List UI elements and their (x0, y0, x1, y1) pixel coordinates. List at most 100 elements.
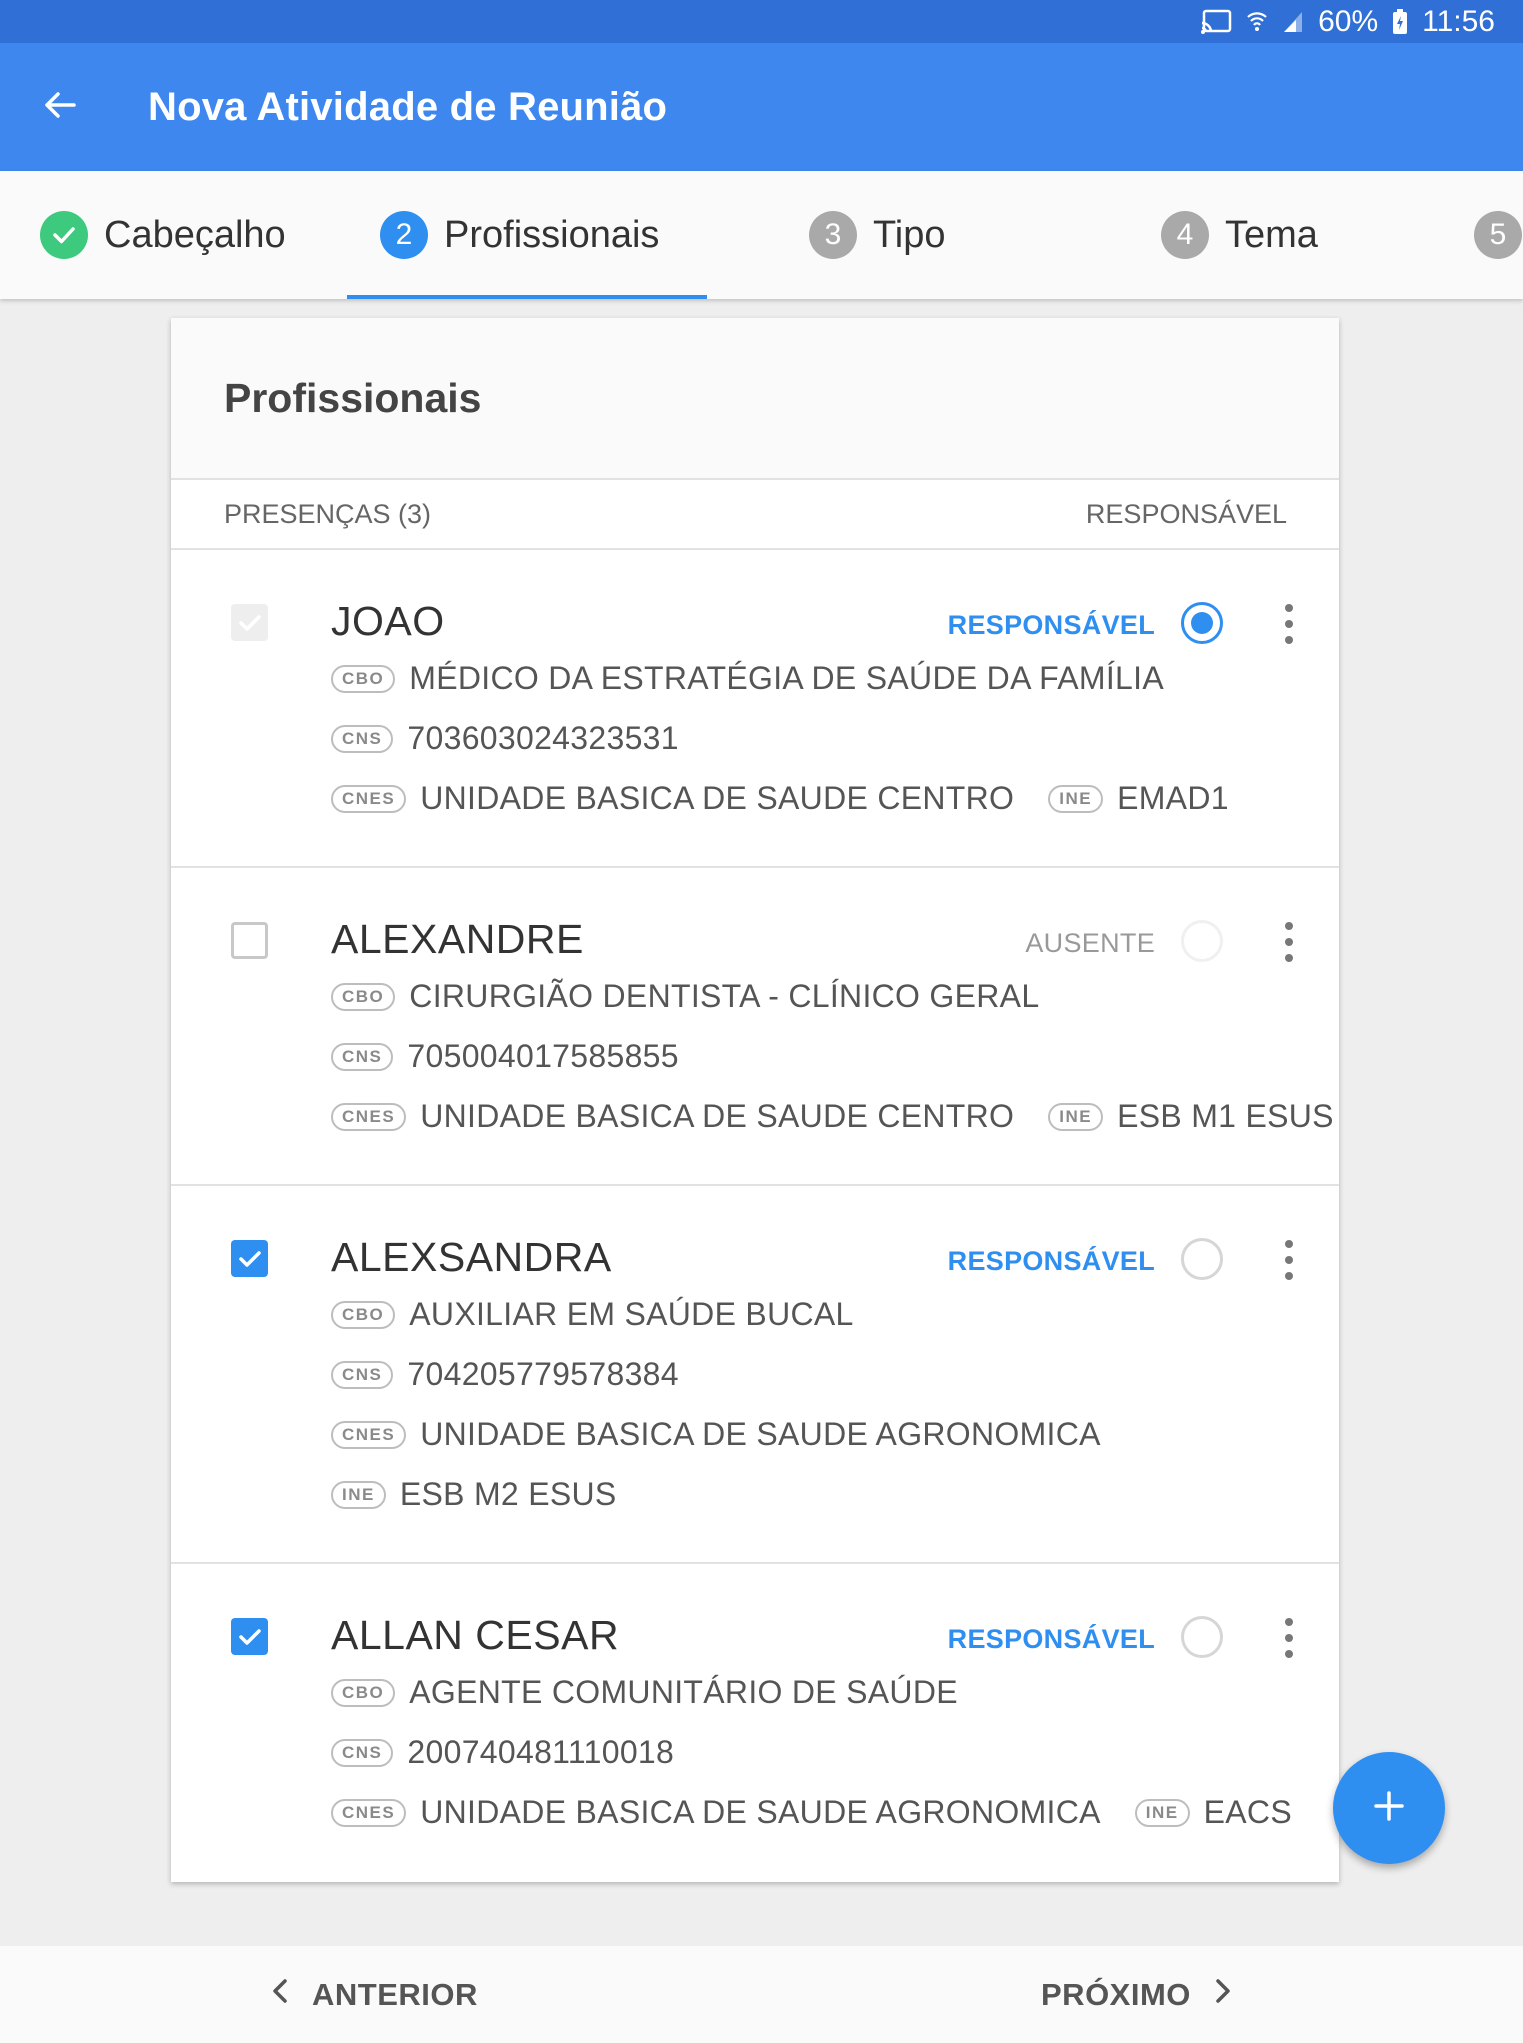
cast-icon (1200, 9, 1232, 35)
responsible-tag: RESPONSÁVEL (947, 610, 1155, 640)
step-number: 5 (1474, 211, 1522, 259)
cnes-line: CNES UNIDADE BASICA DE SAUDE CENTRO INE … (331, 780, 1229, 817)
cbo-badge: CBO (331, 1678, 396, 1707)
ine-value: EACS (1203, 1794, 1292, 1830)
ine-badge: INE (1048, 784, 1104, 813)
cnes-value: UNIDADE BASICA DE SAUDE CENTRO (420, 780, 1015, 816)
previous-label: ANTERIOR (312, 1976, 478, 2012)
cnes-line: CNES UNIDADE BASICA DE SAUDE CENTRO INE … (331, 1098, 1334, 1135)
cns-badge: CNS (331, 724, 394, 753)
professional-row: ALEXSANDRA RESPONSÁVEL CBO AUXILIAR EM S… (171, 1186, 1339, 1564)
signal-icon (1282, 10, 1304, 34)
absent-tag: AUSENTE (1025, 928, 1155, 958)
cns-value: 703603024323531 (407, 720, 679, 756)
responsible-tag[interactable]: RESPONSÁVEL (948, 1246, 1155, 1277)
cbo-badge: CBO (331, 982, 396, 1011)
cns-line: CNS 704205779578384 (331, 1356, 679, 1393)
presence-checkbox[interactable] (231, 922, 268, 959)
more-vert-icon[interactable] (1283, 1618, 1295, 1658)
more-vert-icon[interactable] (1283, 1240, 1295, 1280)
clock: 11:56 (1422, 4, 1495, 38)
cnes-value: UNIDADE BASICA DE SAUDE AGRONOMICA (420, 1416, 1101, 1452)
responsible-radio[interactable] (1181, 1616, 1223, 1658)
cns-value: 200740481110018 (407, 1734, 675, 1770)
step-tema[interactable]: 4 Tema (1161, 171, 1318, 299)
step-label: Tipo (873, 213, 946, 256)
cbo-line: CBO MÉDICO DA ESTRATÉGIA DE SAÚDE DA FAM… (331, 660, 1164, 697)
ine-line: INE ESB M2 ESUS (331, 1476, 617, 1513)
cnes-line: CNES UNIDADE BASICA DE SAUDE AGRONOMICA … (331, 1794, 1292, 1831)
ine-value: EMAD1 (1117, 780, 1229, 816)
card-title: Profissionais (224, 374, 482, 421)
cnes-badge: CNES (331, 1102, 407, 1131)
professional-row: ALEXANDRE AUSENTE CBO CIRURGIÃO DENTISTA… (171, 868, 1339, 1186)
page-title: Nova Atividade de Reunião (148, 84, 668, 129)
step-label: Tema (1225, 213, 1318, 256)
ine-badge: INE (1048, 1102, 1104, 1131)
battery-percent: 60% (1318, 4, 1379, 38)
next-button[interactable]: PRÓXIMO (1041, 1946, 1233, 2043)
ine-badge: INE (331, 1480, 386, 1509)
chevron-right-icon (1213, 1977, 1233, 2013)
responsible-tag[interactable]: RESPONSÁVEL (948, 1624, 1155, 1655)
step-5[interactable]: 5 (1474, 171, 1522, 299)
cbo-value: MÉDICO DA ESTRATÉGIA DE SAÚDE DA FAMÍLIA (409, 660, 1164, 696)
list-header: PRESENÇAS (3) RESPONSÁVEL (171, 480, 1339, 550)
ine-value: ESB M2 ESUS (399, 1476, 617, 1512)
cns-badge: CNS (331, 1042, 394, 1071)
card-header: Profissionais (171, 318, 1339, 480)
plus-icon (1371, 1788, 1407, 1829)
more-vert-icon[interactable] (1283, 604, 1295, 644)
add-professional-button[interactable] (1333, 1752, 1445, 1864)
cns-badge: CNS (331, 1738, 394, 1767)
cbo-value: CIRURGIÃO DENTISTA - CLÍNICO GERAL (409, 978, 1040, 1014)
ine-badge: INE (1134, 1798, 1190, 1827)
back-button[interactable] (0, 43, 120, 171)
ine-value: ESB M1 ESUS (1117, 1098, 1334, 1134)
cbo-line: CBO CIRURGIÃO DENTISTA - CLÍNICO GERAL (331, 978, 1039, 1015)
battery-icon (1392, 8, 1408, 35)
presences-count: PRESENÇAS (3) (224, 498, 432, 529)
presence-checkbox[interactable] (231, 604, 268, 641)
cbo-badge: CBO (331, 664, 396, 693)
step-profissionais[interactable]: 2 Profissionais (380, 171, 659, 299)
step-label: Cabeçalho (104, 213, 286, 256)
cns-line: CNS 705004017585855 (331, 1038, 679, 1075)
previous-button[interactable]: ANTERIOR (270, 1946, 478, 2043)
professionals-card: Profissionais PRESENÇAS (3) RESPONSÁVEL … (171, 318, 1339, 1882)
cnes-value: UNIDADE BASICA DE SAUDE CENTRO (420, 1098, 1015, 1134)
professional-row: JOAO RESPONSÁVEL CBO MÉDICO DA ESTRATÉGI… (171, 550, 1339, 868)
responsible-radio[interactable] (1181, 1238, 1223, 1280)
professional-name: ALEXANDRE (331, 916, 584, 962)
step-tipo[interactable]: 3 Tipo (809, 171, 946, 299)
step-number: 3 (809, 211, 857, 259)
presence-checkbox[interactable] (231, 1240, 268, 1277)
cbo-value: AUXILIAR EM SAÚDE BUCAL (409, 1296, 854, 1332)
cns-value: 705004017585855 (407, 1038, 679, 1074)
cnes-badge: CNES (331, 1798, 407, 1827)
cbo-value: AGENTE COMUNITÁRIO DE SAÚDE (409, 1674, 958, 1710)
more-vert-icon[interactable] (1283, 922, 1295, 962)
professional-row: ALLAN CESAR RESPONSÁVEL CBO AGENTE COMUN… (171, 1564, 1339, 1878)
cnes-badge: CNES (331, 1420, 407, 1449)
responsible-column-header: RESPONSÁVEL (1085, 498, 1287, 529)
cns-value: 704205779578384 (407, 1356, 679, 1392)
stepper: Cabeçalho 2 Profissionais 3 Tipo 4 Tema … (0, 171, 1523, 299)
cns-badge: CNS (331, 1360, 394, 1389)
active-step-indicator (347, 295, 707, 299)
cnes-value: UNIDADE BASICA DE SAUDE AGRONOMICA (420, 1794, 1101, 1830)
step-cabecalho[interactable]: Cabeçalho (40, 171, 286, 299)
check-icon (40, 211, 88, 259)
cns-line: CNS 200740481110018 (331, 1734, 674, 1771)
cbo-line: CBO AGENTE COMUNITÁRIO DE SAÚDE (331, 1674, 958, 1711)
professional-name: ALEXSANDRA (331, 1234, 612, 1280)
professional-name: JOAO (331, 598, 445, 644)
next-label: PRÓXIMO (1041, 1976, 1191, 2012)
chevron-left-icon (270, 1977, 290, 2013)
step-number: 4 (1161, 211, 1209, 259)
responsible-radio[interactable] (1181, 920, 1223, 962)
professional-name: ALLAN CESAR (331, 1612, 620, 1658)
responsible-radio[interactable] (1181, 602, 1223, 644)
presence-checkbox[interactable] (231, 1618, 268, 1655)
arrow-left-icon (42, 87, 78, 128)
